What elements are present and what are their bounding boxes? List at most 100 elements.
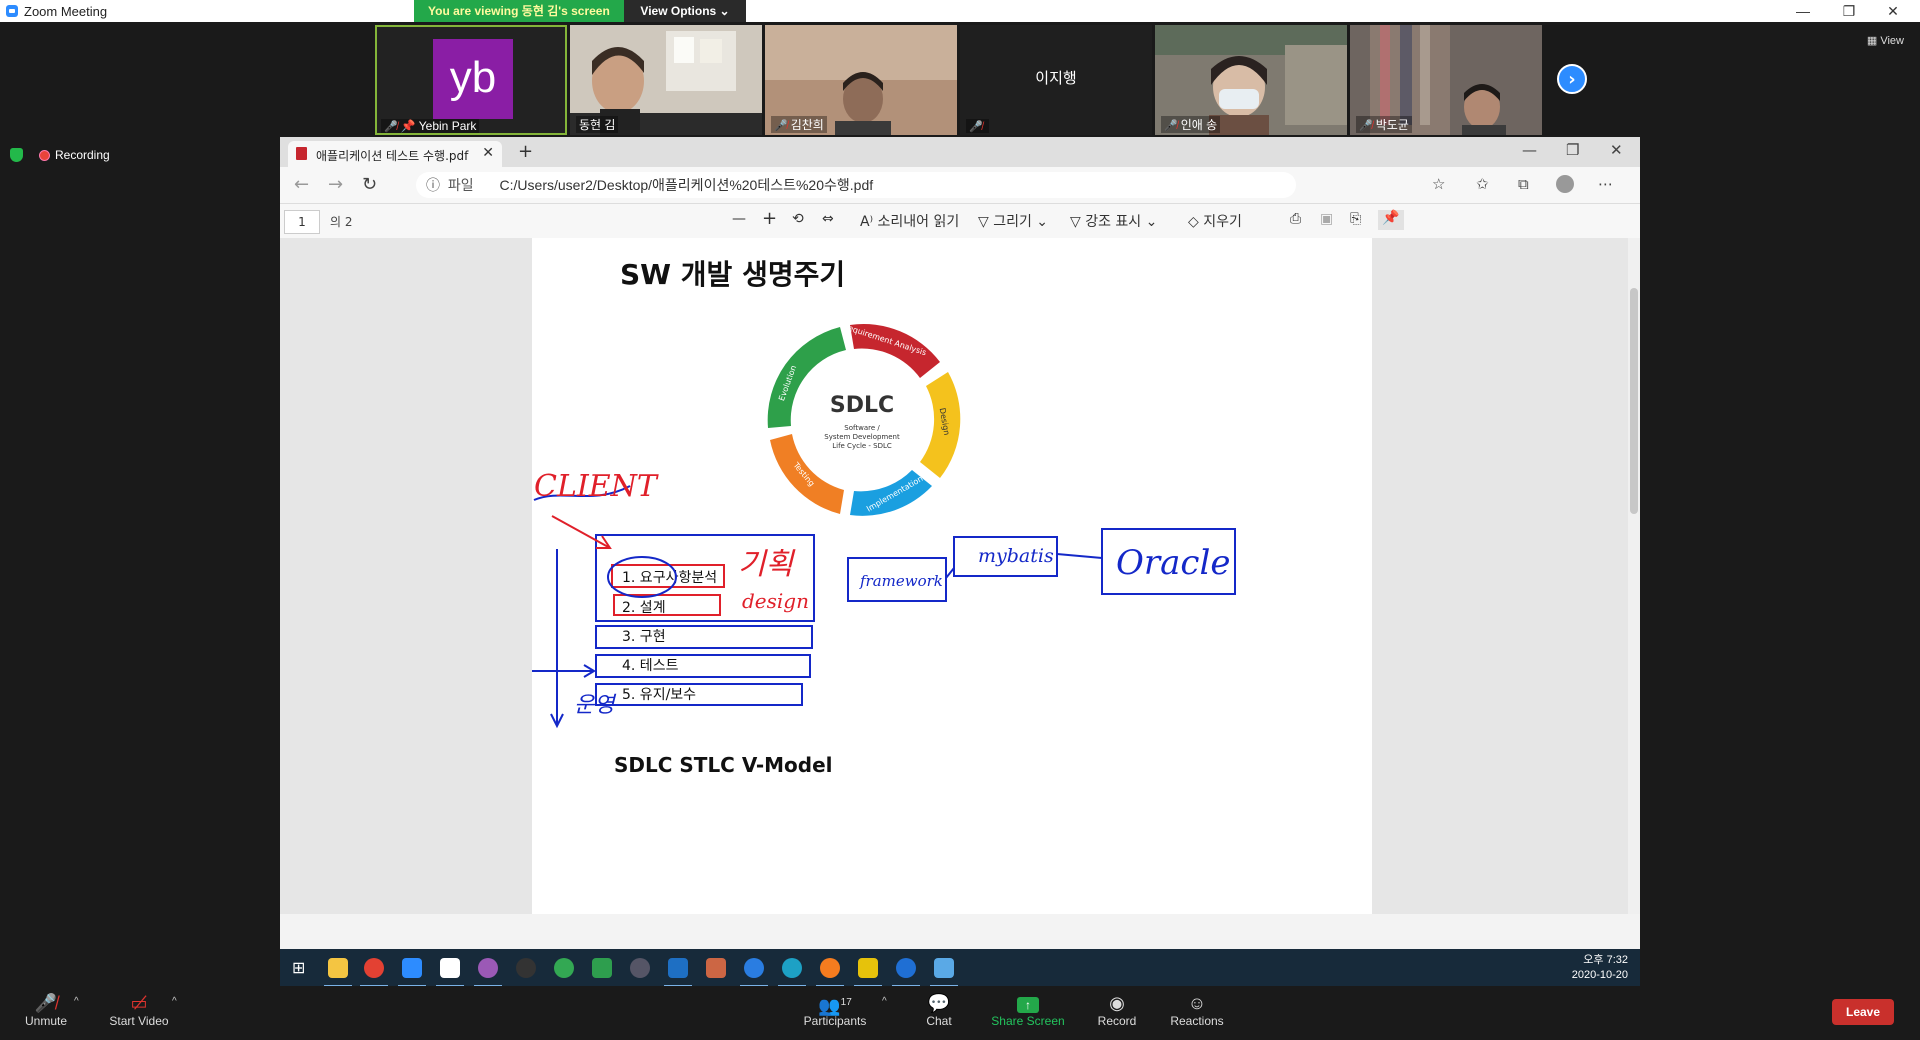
app-icon[interactable] bbox=[740, 958, 768, 986]
file-explorer-icon[interactable] bbox=[324, 958, 352, 986]
close-icon[interactable]: ✕ bbox=[1610, 141, 1623, 159]
fit-page-icon[interactable]: ⇔ bbox=[822, 211, 834, 227]
highlight-icon: ▽ bbox=[1070, 214, 1086, 230]
draw-button[interactable]: ▽ 그리기 ⌄ bbox=[978, 211, 1048, 231]
highlight-label: 강조 표시 bbox=[1085, 214, 1142, 230]
profile-avatar[interactable] bbox=[1556, 175, 1574, 193]
ink-plan: 기획 bbox=[738, 547, 796, 582]
participant-name: Yebin Park bbox=[418, 119, 477, 133]
participant-tile[interactable]: 이지행 🎤̸ bbox=[960, 25, 1152, 135]
share-screen-icon: ↑ bbox=[1017, 997, 1039, 1013]
shared-screen: 애플리케이션 테스트 수행.pdf ✕ + — ❐ ✕ ← → ↻ ⓘ 파일 C… bbox=[280, 137, 1640, 986]
save-as-icon[interactable]: ⎘ bbox=[1350, 211, 1361, 227]
participant-tile[interactable]: yb 🎤̸ 📌 Yebin Park bbox=[375, 25, 567, 135]
highlight-button[interactable]: ▽ 강조 표시 ⌄ bbox=[1070, 211, 1157, 231]
rotate-icon[interactable]: ⟲ bbox=[792, 211, 804, 227]
forward-icon[interactable]: → bbox=[328, 174, 343, 195]
zoom-icon[interactable] bbox=[398, 958, 426, 986]
cycle-subtitle: System Development bbox=[824, 433, 900, 441]
participant-tile[interactable]: 🎤̸ 박도균 bbox=[1350, 25, 1542, 135]
record-icon: ◉ bbox=[1109, 993, 1125, 1013]
slack-icon[interactable] bbox=[474, 958, 502, 986]
avatar: yb bbox=[433, 39, 513, 119]
vscode-icon[interactable] bbox=[664, 958, 692, 986]
ink-mybatis: mybatis bbox=[978, 545, 1054, 567]
start-video-button[interactable]: ▭̸ Start Video bbox=[106, 992, 172, 1028]
minimize-icon[interactable]: — bbox=[1522, 141, 1537, 159]
edge-icon[interactable] bbox=[778, 958, 806, 986]
close-icon[interactable]: ✕ bbox=[1878, 2, 1908, 20]
view-button-label: View bbox=[1880, 35, 1904, 47]
app-icon[interactable] bbox=[930, 958, 958, 986]
viewing-message: You are viewing 동현 김's screen bbox=[414, 0, 624, 22]
ink-ops: 운영 bbox=[574, 693, 617, 718]
collections-icon[interactable]: ⧉ bbox=[1518, 175, 1529, 193]
browser-tab[interactable]: 애플리케이션 테스트 수행.pdf ✕ bbox=[288, 141, 502, 167]
mic-muted-icon: 🎤̸ bbox=[969, 121, 983, 133]
app-icon[interactable] bbox=[592, 958, 612, 978]
favorites-icon[interactable]: ✩ bbox=[1476, 175, 1489, 193]
participant-tile[interactable]: 🎤̸ 김찬희 bbox=[765, 25, 957, 135]
back-icon[interactable]: ← bbox=[294, 174, 309, 195]
ink-design: design bbox=[742, 589, 809, 613]
pin-toolbar-icon[interactable]: 📌 bbox=[1378, 210, 1404, 230]
sdlc-cycle-diagram: SDLC Software / System Development Life … bbox=[767, 322, 961, 516]
chat-button[interactable]: 💬 Chat bbox=[914, 992, 964, 1028]
app-icon[interactable] bbox=[706, 958, 726, 978]
read-aloud-label: 소리내어 읽기 bbox=[877, 214, 960, 230]
app-icon[interactable] bbox=[892, 958, 920, 986]
read-aloud-button[interactable]: A⁾ 소리내어 읽기 bbox=[860, 211, 959, 231]
restore-icon[interactable]: ❐ bbox=[1834, 2, 1864, 20]
close-tab-icon[interactable]: ✕ bbox=[482, 145, 494, 161]
pdf-page: SW 개발 생명주기 SDLC Software / System Develo… bbox=[518, 238, 1372, 914]
erase-button[interactable]: ◇ 지우기 bbox=[1188, 211, 1242, 231]
restore-icon[interactable]: ❐ bbox=[1566, 141, 1579, 159]
page-number-input[interactable]: 1 bbox=[284, 210, 320, 234]
record-button[interactable]: ◉ Record bbox=[1092, 992, 1142, 1028]
participant-tile[interactable]: 동현 김 bbox=[570, 25, 762, 135]
recording-indicator: Recording bbox=[10, 148, 110, 162]
unmute-button[interactable]: 🎤̸ Unmute bbox=[22, 992, 70, 1028]
chevron-down-icon: ⌄ bbox=[1031, 214, 1049, 230]
chevron-up-icon[interactable]: ^ bbox=[882, 996, 887, 1007]
view-button[interactable]: ▦ View bbox=[1867, 34, 1904, 47]
zoom-in-icon[interactable]: + bbox=[762, 208, 777, 229]
participant-name: 김찬희 bbox=[790, 118, 824, 132]
grid-icon: ▦ bbox=[1866, 35, 1881, 47]
save-icon[interactable]: ▣ bbox=[1320, 211, 1333, 227]
favorite-star-icon[interactable]: ☆ bbox=[1432, 175, 1445, 193]
more-options-icon[interactable]: ⋯ bbox=[1598, 175, 1613, 193]
taskbar-clock[interactable]: 오후 7:32 2020-10-20 bbox=[1572, 953, 1628, 983]
app-icon[interactable] bbox=[854, 958, 882, 986]
window-titlebar: Zoom Meeting — ❐ ✕ bbox=[0, 0, 1920, 22]
windows-start-icon[interactable]: ⊞ bbox=[292, 958, 312, 978]
app-icon[interactable] bbox=[630, 958, 650, 978]
chrome-icon[interactable] bbox=[360, 958, 388, 986]
pdf-scrollbar[interactable] bbox=[1628, 238, 1640, 914]
address-input[interactable]: ⓘ 파일 C:/Users/user2/Desktop/애플리케이션%20테스트… bbox=[416, 172, 1296, 198]
reactions-button[interactable]: ☺ Reactions bbox=[1166, 992, 1228, 1028]
chevron-up-icon[interactable]: ^ bbox=[172, 996, 177, 1007]
slide-title: SW 개발 생명주기 bbox=[620, 258, 845, 291]
participants-button[interactable]: 👥17 Participants bbox=[798, 992, 872, 1028]
app-icon[interactable] bbox=[554, 958, 574, 978]
notion-icon[interactable] bbox=[436, 958, 464, 986]
chevron-up-icon[interactable]: ^ bbox=[74, 996, 79, 1007]
view-options-button[interactable]: View Options ⌄ bbox=[624, 0, 746, 22]
share-screen-button[interactable]: ↑ Share Screen bbox=[990, 992, 1066, 1028]
viewing-banner: You are viewing 동현 김's screen View Optio… bbox=[414, 0, 746, 22]
step-item: 2. 설계 bbox=[622, 600, 666, 616]
scrollbar-thumb[interactable] bbox=[1630, 288, 1638, 514]
obs-icon[interactable] bbox=[516, 958, 536, 978]
refresh-icon[interactable]: ↻ bbox=[362, 174, 377, 195]
next-page-arrow-icon[interactable]: › bbox=[1557, 64, 1587, 94]
participants-icon: 👥 bbox=[818, 996, 841, 1016]
leave-button[interactable]: Leave bbox=[1832, 999, 1894, 1025]
new-tab-icon[interactable]: + bbox=[518, 141, 533, 162]
read-aloud-icon: A⁾ bbox=[860, 214, 878, 230]
participant-tile[interactable]: 🎤̸ 인애 송 bbox=[1155, 25, 1347, 135]
firefox-icon[interactable] bbox=[816, 958, 844, 986]
minimize-icon[interactable]: — bbox=[1788, 2, 1818, 20]
zoom-out-icon[interactable]: — bbox=[732, 211, 746, 227]
print-icon[interactable]: ⎙ bbox=[1290, 211, 1301, 227]
